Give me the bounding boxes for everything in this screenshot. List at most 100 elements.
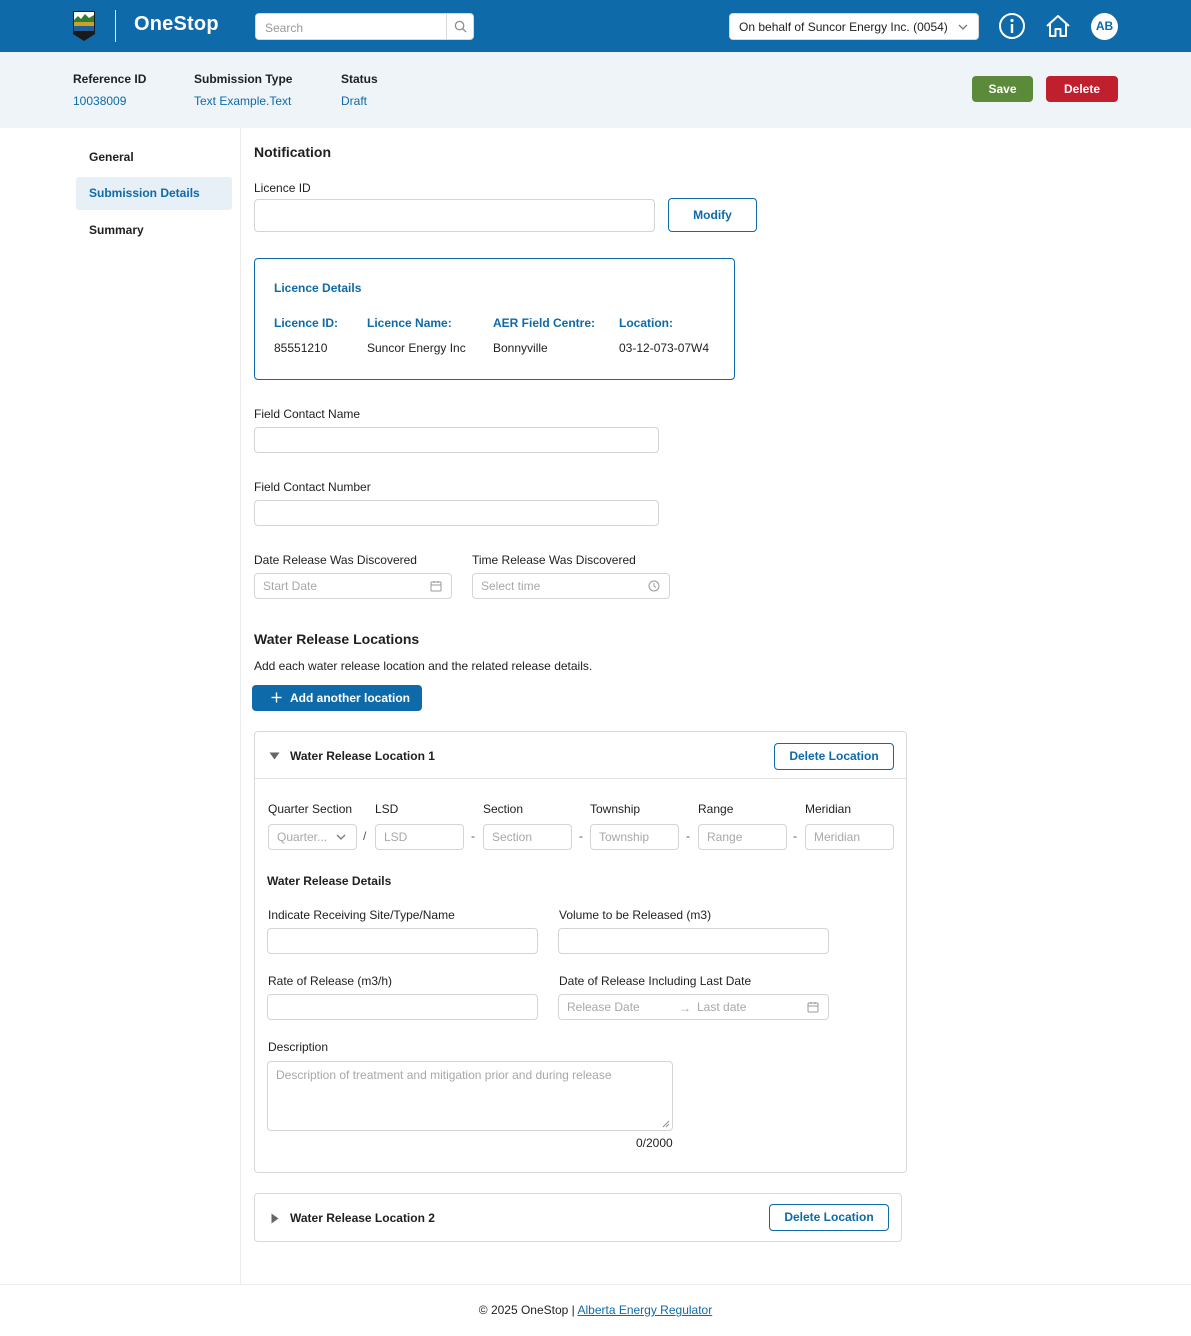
field-contact-name-field [254, 427, 659, 453]
quarter-section-label: Quarter Section [268, 802, 353, 816]
clock-icon [648, 580, 660, 592]
description-char-count: 0/2000 [636, 1136, 673, 1150]
status-value: Draft [341, 94, 368, 108]
rate-field [267, 994, 538, 1020]
search-button[interactable] [446, 14, 473, 39]
top-navigation-bar: OneStop On behalf of Suncor Energy Inc. … [0, 0, 1191, 52]
range-input[interactable] [707, 825, 764, 849]
water-release-details-heading: Water Release Details [267, 874, 392, 888]
caret-right-icon [271, 1213, 279, 1224]
user-avatar[interactable]: AB [1091, 13, 1118, 40]
water-release-location-1-panel: Water Release Location 1 Delete Location… [254, 731, 907, 1173]
home-icon[interactable] [1044, 12, 1072, 40]
notification-heading: Notification [254, 144, 331, 160]
caret-down-icon [269, 752, 280, 760]
receiving-site-field [267, 928, 538, 954]
date-discovered-field [254, 573, 452, 599]
licence-name-value: Suncor Energy Inc [367, 341, 466, 355]
field-centre-value: Bonnyville [493, 341, 548, 355]
submission-type-value: Text Example.Text [194, 94, 292, 108]
resize-handle-icon[interactable] [662, 1120, 670, 1128]
licence-id-detail-label: Licence ID: [274, 316, 339, 330]
slash-separator: / [363, 829, 367, 843]
add-location-button[interactable]: Add another location [252, 685, 422, 711]
delete-location-2-button[interactable]: Delete Location [769, 1204, 889, 1231]
range-field [698, 824, 787, 850]
reference-id-value: 10038009 [73, 94, 127, 108]
section-input[interactable] [492, 825, 549, 849]
rate-label: Rate of Release (m3/h) [268, 974, 393, 988]
field-centre-label: AER Field Centre: [493, 316, 596, 330]
receiving-site-label: Indicate Receiving Site/Type/Name [268, 908, 455, 922]
logo-divider [115, 10, 116, 42]
field-contact-number-input[interactable] [263, 501, 636, 525]
sidebar-item-submission-details[interactable]: Submission Details [76, 177, 232, 210]
licence-id-label: Licence ID [254, 181, 311, 195]
calendar-icon [430, 581, 442, 592]
licence-id-field [254, 199, 655, 232]
meridian-field [805, 824, 894, 850]
water-release-location-2-panel[interactable]: Water Release Location 2 Delete Location [254, 1193, 902, 1242]
time-discovered-label: Time Release Was Discovered [472, 553, 636, 567]
township-field [590, 824, 679, 850]
lsd-input[interactable] [384, 825, 441, 849]
description-textarea[interactable] [276, 1068, 664, 1124]
status-label: Status [341, 72, 378, 86]
receiving-site-input[interactable] [276, 929, 515, 953]
submission-type-label: Submission Type [194, 72, 293, 86]
time-discovered-field [472, 573, 670, 599]
township-input[interactable] [599, 825, 656, 849]
township-label: Township [590, 802, 641, 816]
location-value: 03-12-073-07W4 [619, 341, 710, 355]
time-discovered-input[interactable] [481, 574, 647, 598]
last-date-input[interactable] [697, 995, 797, 1019]
location-1-title: Water Release Location 1 [290, 749, 435, 763]
sidebar-item-summary[interactable]: Summary [76, 214, 232, 247]
submission-info-bar: Reference ID 10038009 Submission Type Te… [0, 52, 1191, 128]
release-date-range-field: → [558, 994, 829, 1020]
release-date-input[interactable] [567, 995, 667, 1019]
sidebar-item-general[interactable]: General [76, 141, 232, 174]
quarter-section-select[interactable] [268, 824, 357, 850]
search-box [255, 13, 474, 40]
licence-details-title: Licence Details [274, 281, 362, 295]
delete-location-1-button[interactable]: Delete Location [774, 743, 894, 770]
lsd-label: LSD [375, 802, 399, 816]
modify-button[interactable]: Modify [668, 198, 757, 232]
plus-icon [271, 692, 282, 703]
reference-id-label: Reference ID [73, 72, 147, 86]
date-discovered-label: Date Release Was Discovered [254, 553, 417, 567]
quarter-section-input[interactable] [277, 825, 334, 849]
aer-link[interactable]: Alberta Energy Regulator [577, 1303, 712, 1317]
dash-separator: - [579, 829, 583, 843]
on-behalf-value: On behalf of Suncor Energy Inc. (0054) [739, 20, 948, 34]
location-1-header[interactable]: Water Release Location 1 Delete Location [255, 732, 906, 779]
volume-input[interactable] [567, 929, 806, 953]
rate-input[interactable] [276, 995, 515, 1019]
description-label: Description [268, 1040, 329, 1054]
section-field [483, 824, 572, 850]
date-discovered-input[interactable] [263, 574, 429, 598]
lsd-field [375, 824, 464, 850]
licence-details-card: Licence Details Licence ID: 85551210 Lic… [254, 258, 735, 380]
on-behalf-select[interactable]: On behalf of Suncor Energy Inc. (0054) [729, 13, 979, 40]
footer: © 2025 OneStop | Alberta Energy Regulato… [0, 1303, 1191, 1317]
chevron-down-icon [958, 24, 968, 30]
description-field [267, 1061, 673, 1131]
search-input[interactable] [265, 19, 445, 36]
licence-id-input[interactable] [263, 200, 632, 231]
date-range-arrow: → [679, 1001, 691, 1015]
crest-logo-icon [73, 11, 95, 41]
dash-separator: - [471, 829, 475, 843]
range-label: Range [698, 802, 734, 816]
dash-separator: - [793, 829, 797, 843]
meridian-input[interactable] [814, 825, 871, 849]
info-icon[interactable] [998, 12, 1026, 40]
app-name[interactable]: OneStop [134, 13, 219, 36]
field-contact-name-input[interactable] [263, 428, 636, 452]
volume-label: Volume to be Released (m3) [559, 908, 712, 922]
water-release-heading: Water Release Locations [254, 631, 420, 647]
dash-separator: - [686, 829, 690, 843]
delete-button[interactable]: Delete [1046, 76, 1118, 102]
save-button[interactable]: Save [972, 76, 1033, 102]
